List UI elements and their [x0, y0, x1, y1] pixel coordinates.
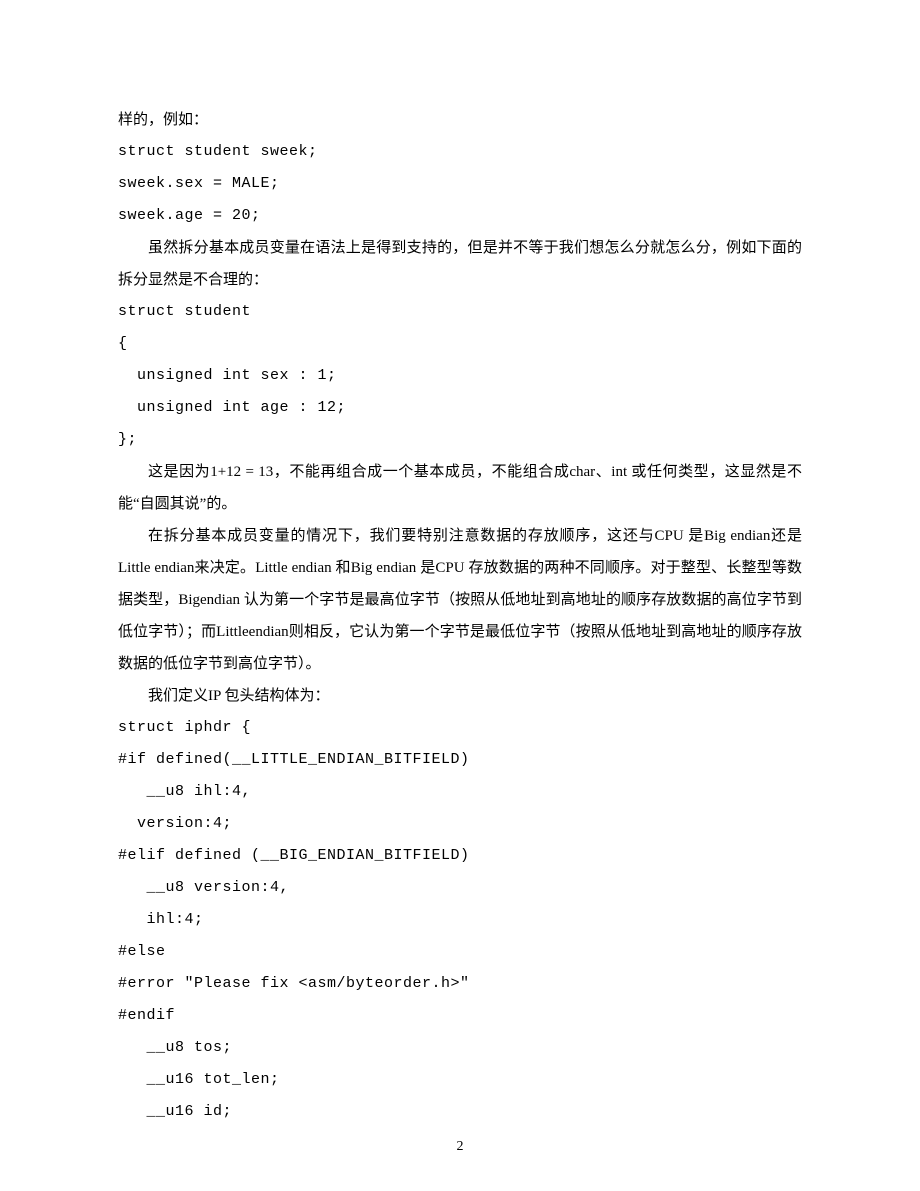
code-line: __u8 ihl:4, — [118, 776, 802, 808]
code-line: version:4; — [118, 808, 802, 840]
body-paragraph: 这是因为1+12 = 13，不能再组合成一个基本成员，不能组合成char、int… — [118, 456, 802, 520]
code-line: __u8 tos; — [118, 1032, 802, 1064]
code-line: struct student sweek; — [118, 136, 802, 168]
code-line: unsigned int sex : 1; — [118, 360, 802, 392]
code-line: #error "Please fix <asm/byteorder.h>" — [118, 968, 802, 1000]
code-line: sweek.age = 20; — [118, 200, 802, 232]
code-line: struct student — [118, 296, 802, 328]
code-line: ihl:4; — [118, 904, 802, 936]
code-line: sweek.sex = MALE; — [118, 168, 802, 200]
body-paragraph: 我们定义IP 包头结构体为： — [118, 680, 802, 712]
code-line: #elif defined (__BIG_ENDIAN_BITFIELD) — [118, 840, 802, 872]
page-number: 2 — [0, 1139, 920, 1155]
code-line: __u16 id; — [118, 1096, 802, 1128]
document-page: 样的，例如： struct student sweek; sweek.sex =… — [0, 0, 920, 1191]
code-line: __u8 version:4, — [118, 872, 802, 904]
code-line: unsigned int age : 12; — [118, 392, 802, 424]
code-line: #if defined(__LITTLE_ENDIAN_BITFIELD) — [118, 744, 802, 776]
body-text-continuation: 样的，例如： — [118, 104, 802, 136]
code-line: { — [118, 328, 802, 360]
code-line: #else — [118, 936, 802, 968]
code-line: struct iphdr { — [118, 712, 802, 744]
body-paragraph: 虽然拆分基本成员变量在语法上是得到支持的，但是并不等于我们想怎么分就怎么分，例如… — [118, 232, 802, 296]
body-paragraph: 在拆分基本成员变量的情况下，我们要特别注意数据的存放顺序，这还与CPU 是Big… — [118, 520, 802, 680]
code-line: #endif — [118, 1000, 802, 1032]
code-line: }; — [118, 424, 802, 456]
code-line: __u16 tot_len; — [118, 1064, 802, 1096]
